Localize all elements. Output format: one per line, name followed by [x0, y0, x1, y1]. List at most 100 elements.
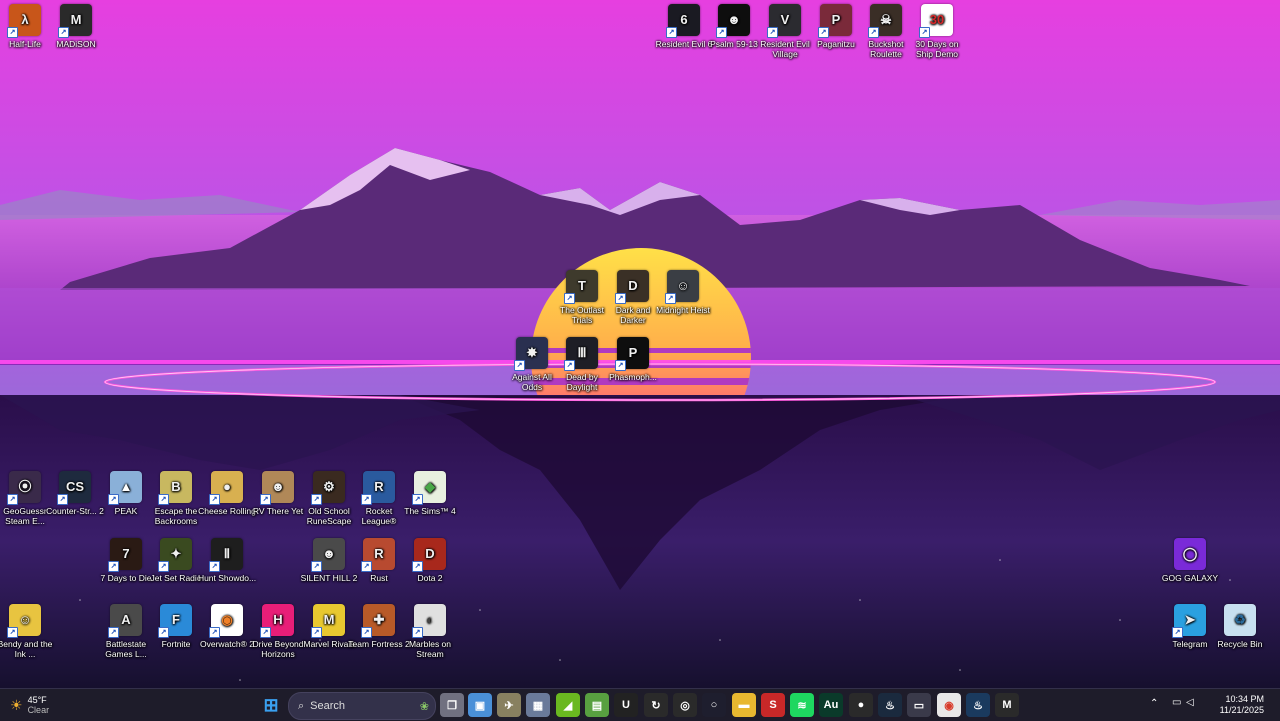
taskbar-task-view-button[interactable]: ❐: [440, 693, 464, 717]
against-all-odds-icon-glyph: ✸: [526, 345, 538, 360]
obs-icon: ●: [857, 699, 865, 711]
desktop-icon-dota[interactable]: D ↗ Dota 2: [399, 538, 461, 583]
taskbar-app20-button[interactable]: M: [995, 693, 1019, 717]
half-life-icon-glyph: λ: [21, 12, 29, 27]
midnight-heist-icon: ☺ ↗: [665, 270, 699, 304]
shortcut-arrow-icon: ↗: [311, 494, 322, 505]
desktop-icon-midnight-heist[interactable]: ☺ ↗ Midnight Heist: [652, 270, 714, 315]
taskbar-steam1-button[interactable]: ♨: [878, 693, 902, 717]
shortcut-arrow-icon: ↗: [868, 27, 879, 38]
shortcut-arrow-icon: ↗: [311, 627, 322, 638]
desktop-icon-marbles[interactable]: ◐ ↗ Marbles on Stream: [399, 604, 461, 659]
cheese-rolling-icon-glyph: ●: [223, 479, 231, 494]
clock[interactable]: 10:34 PM 11/21/2025: [1208, 694, 1264, 716]
shortcut-arrow-icon: ↗: [361, 494, 372, 505]
network-icon[interactable]: ▭: [1172, 697, 1181, 708]
taskbar-photos-button[interactable]: ▣: [468, 693, 492, 717]
volume-icon[interactable]: ◁: [1186, 697, 1194, 708]
rocket-league-icon: R ↗: [361, 471, 395, 505]
team-fortress-icon: ✚ ↗: [361, 604, 395, 638]
shortcut-arrow-icon: ↗: [615, 360, 626, 371]
taskbar-app9-button[interactable]: ◎: [673, 693, 697, 717]
team-fortress-icon-glyph: ✚: [373, 612, 385, 627]
desktop-icon-sims[interactable]: ◆ ↗ The Sims™ 4: [399, 471, 461, 516]
taskbar-app17-button[interactable]: ▭: [907, 693, 931, 717]
shortcut-arrow-icon: ↗: [564, 360, 575, 371]
taskbar-nvidia-button[interactable]: ◢: [556, 693, 580, 717]
madison-icon-glyph: M: [70, 12, 82, 27]
chrome-icon: ◉: [944, 699, 954, 712]
desktop-icon-hunt[interactable]: Ⅱ ↗ Hunt Showdo...: [196, 538, 258, 583]
shortcut-arrow-icon: ↗: [158, 494, 169, 505]
weather-sun-icon: ☀: [10, 696, 23, 713]
shortcut-arrow-icon: ↗: [209, 627, 220, 638]
hunt-showdown-icon-glyph: Ⅱ: [223, 546, 231, 561]
7-days-icon-glyph: 7: [122, 546, 130, 561]
battlestate-icon-glyph: A: [121, 612, 131, 627]
overwatch-icon: ◉ ↗: [209, 604, 243, 638]
dead-by-daylight-icon: Ⅲ ↗: [564, 337, 598, 371]
taskbar-app8-button[interactable]: ↻: [644, 693, 668, 717]
red-app-icon: S: [769, 699, 777, 711]
system-tray: ⌃ ▭ ◁ 10:34 PM 11/21/2025: [1146, 689, 1276, 721]
telegram-icon-glyph: ➤: [1184, 612, 1196, 627]
taskbar-chrome-button[interactable]: ◉: [937, 693, 961, 717]
geoguessr-icon: ⦿ ↗: [7, 471, 41, 505]
sims-icon: ◆ ↗: [412, 471, 446, 505]
task-view-icon: ❐: [447, 699, 457, 712]
runescape-icon-glyph: ⚙: [323, 479, 335, 494]
geoguessr-icon-glyph: ⦿: [18, 479, 32, 494]
desktop-icon-30days[interactable]: 30 ↗ 30 Days on Ship Demo: [906, 4, 968, 59]
taskbar-app12-button[interactable]: S: [761, 693, 785, 717]
bendy-icon: ☺ ↗: [7, 604, 41, 638]
drive-beyond-horizons-icon: H ↗: [260, 604, 294, 638]
peak-icon-glyph: ▲: [119, 479, 133, 494]
rocket-league-icon-glyph: R: [374, 479, 384, 494]
shortcut-arrow-icon: ↗: [564, 293, 575, 304]
taskbar-epic-button[interactable]: U: [614, 693, 638, 717]
rust-icon: R ↗: [361, 538, 395, 572]
rv-there-yet-icon-glyph: ☻: [271, 479, 285, 494]
desktop-icon-phasmo[interactable]: P ↗ Phasmoph...: [602, 337, 664, 382]
search-icon: ⌕: [298, 699, 305, 712]
taskbar-obs-button[interactable]: ●: [849, 693, 873, 717]
shortcut-arrow-icon: ↗: [412, 561, 423, 572]
re-village-icon-glyph: V: [780, 12, 790, 27]
30-days-icon-glyph: 30: [929, 12, 945, 27]
shortcut-arrow-icon: ↗: [665, 293, 676, 304]
battlestate-icon: A ↗: [108, 604, 142, 638]
desktop-icon-gog[interactable]: ◯ GOG GALAXY: [1159, 538, 1221, 583]
bendy-icon-glyph: ☺: [18, 612, 32, 627]
desktop-icon-recycle[interactable]: ♻ Recycle Bin: [1209, 604, 1271, 649]
desktop-icon-madison[interactable]: M ↗ MADiSON: [45, 4, 107, 49]
taskbar-explorer-button[interactable]: ▬: [732, 693, 756, 717]
shortcut-arrow-icon: ↗: [412, 627, 423, 638]
backrooms-icon-glyph: B: [171, 479, 181, 494]
telegram-icon: ➤ ↗: [1172, 604, 1206, 638]
paganitzu-icon-glyph: P: [831, 12, 841, 27]
taskbar-spotify-button[interactable]: ≋: [790, 693, 814, 717]
taskbar-app3-button[interactable]: ✈: [497, 693, 521, 717]
taskbar-steam2-button[interactable]: ♨: [966, 693, 990, 717]
taskbar-calculator-button[interactable]: ▦: [526, 693, 550, 717]
silent-hill-icon: ☻ ↗: [311, 538, 345, 572]
search-highlight-icon: ❀: [419, 700, 429, 713]
taskbar-audition-button[interactable]: Au: [819, 693, 843, 717]
taskbar-app6-button[interactable]: ▤: [585, 693, 609, 717]
shortcut-arrow-icon: ↗: [108, 561, 119, 572]
taskbar-start-button[interactable]: ⊞: [259, 693, 283, 717]
shortcut-arrow-icon: ↗: [260, 494, 271, 505]
desktop-icon-label: Phasmoph...: [609, 372, 657, 382]
desktop-icon-label: Midnight Heist: [656, 305, 710, 315]
taskbar-cortana-button[interactable]: ○: [702, 693, 726, 717]
chevron-up-icon[interactable]: ⌃: [1150, 698, 1158, 709]
search-bar[interactable]: ⌕ Search ❀: [288, 692, 436, 720]
shortcut-arrow-icon: ↗: [818, 27, 829, 38]
weather-temp: 45°F: [27, 695, 47, 705]
shortcut-arrow-icon: ↗: [361, 561, 372, 572]
game-app-icon: ▤: [591, 699, 603, 712]
outlast-icon: T ↗: [564, 270, 598, 304]
desktop-icon-bendy[interactable]: ☺ ↗ Bendy and the Ink ...: [0, 604, 56, 659]
jet-set-radio-icon-glyph: ✦: [170, 546, 182, 561]
weather-widget[interactable]: ☀ 45°F Clear: [10, 693, 49, 717]
